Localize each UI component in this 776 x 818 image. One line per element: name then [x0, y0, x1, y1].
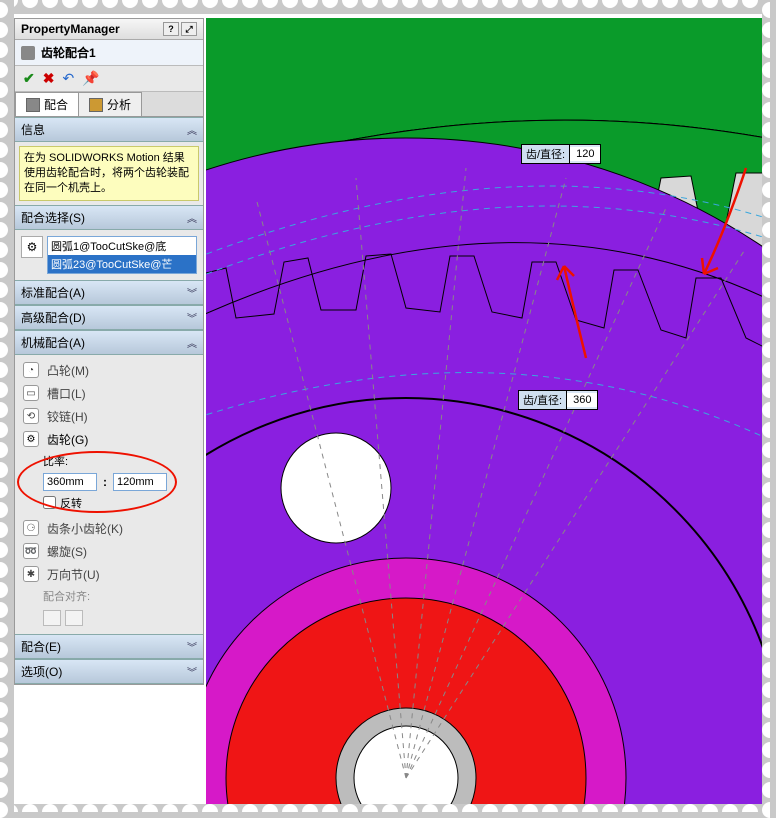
callout-label: 齿/直径:: [519, 391, 567, 409]
universal-joint-icon: ✱: [23, 566, 39, 582]
ratio-input-b[interactable]: [113, 473, 167, 491]
ratio-input-a[interactable]: [43, 473, 97, 491]
section-mate-selection-header[interactable]: 配合选择(S)︽: [15, 205, 203, 230]
callout-top[interactable]: 齿/直径: 120: [521, 144, 601, 164]
feature-name-row: 齿轮配合1: [15, 40, 203, 66]
cancel-button[interactable]: ✖: [43, 70, 55, 87]
mechanical-mate-body: ◔凸轮(M) ▭槽口(L) ⟲铰链(H) ⚙齿轮(G) 比率: : 反转 ⚆齿条…: [15, 355, 203, 634]
selection-item[interactable]: 圆弧1@TooCutSke@底: [48, 237, 196, 255]
screw-icon: ➿: [23, 543, 39, 559]
analysis-tab-icon: [89, 98, 103, 112]
pm-titlebar: PropertyManager ? ⤢: [15, 19, 203, 40]
reverse-checkbox-label[interactable]: 反转: [43, 495, 82, 511]
cam-icon: ◔: [23, 362, 39, 378]
section-mates-header[interactable]: 配合(E)︾: [15, 634, 203, 659]
feature-name: 齿轮配合1: [41, 44, 96, 61]
mech-slot[interactable]: ▭槽口(L): [15, 382, 203, 405]
pm-title: PropertyManager: [21, 22, 120, 36]
gear-icon: ⚙: [23, 431, 39, 447]
mate-tab-icon: [26, 98, 40, 112]
mech-rackpinion[interactable]: ⚆齿条小齿轮(K): [15, 517, 203, 540]
tab-mate[interactable]: 配合: [15, 92, 79, 116]
mate-selection-list[interactable]: 圆弧1@TooCutSke@底 圆弧23@TooCutSke@芒: [47, 236, 197, 274]
info-text: 在为 SOLIDWORKS Motion 结果使用齿轮配合时，将两个齿轮装配在同…: [19, 146, 199, 201]
reverse-checkbox[interactable]: [43, 496, 56, 509]
pm-action-bar: ✔ ✖ ↶ 📌: [15, 66, 203, 92]
gear-mate-icon: [21, 46, 35, 60]
bottom-gear-hole: [281, 433, 391, 543]
ok-button[interactable]: ✔: [23, 70, 35, 87]
mate-selection-box: ⚙ 圆弧1@TooCutSke@底 圆弧23@TooCutSke@芒: [19, 234, 199, 276]
callout-bottom[interactable]: 齿/直径: 360: [518, 390, 598, 410]
section-mechanical-header[interactable]: 机械配合(A)︽: [15, 330, 203, 355]
slot-icon: ▭: [23, 385, 39, 401]
mech-gear[interactable]: ⚙齿轮(G): [15, 428, 203, 451]
section-standard-header[interactable]: 标准配合(A)︾: [15, 280, 203, 305]
ratio-colon: :: [103, 475, 107, 489]
pushpin-button[interactable]: 📌: [82, 70, 99, 87]
align-same-button[interactable]: [43, 610, 61, 626]
mate-alignment-buttons: [15, 610, 203, 626]
align-anti-button[interactable]: [65, 610, 83, 626]
callout-value[interactable]: 360: [567, 393, 597, 407]
section-info-header[interactable]: 信息︽: [15, 117, 203, 142]
mech-cam[interactable]: ◔凸轮(M): [15, 359, 203, 382]
callout-label: 齿/直径:: [522, 145, 570, 163]
section-advanced-header[interactable]: 高级配合(D)︾: [15, 305, 203, 330]
tab-analysis[interactable]: 分析: [78, 92, 142, 116]
gear-ratio-group: 比率: : 反转: [43, 453, 197, 511]
ratio-label: 比率:: [43, 453, 197, 469]
callout-value[interactable]: 120: [570, 147, 600, 161]
mech-screw[interactable]: ➿螺旋(S): [15, 540, 203, 563]
selection-filter-icon[interactable]: ⚙: [21, 236, 43, 258]
property-manager-panel: PropertyManager ? ⤢ 齿轮配合1 ✔ ✖ ↶ 📌 配合 分析 …: [14, 18, 204, 685]
mech-universal[interactable]: ✱万向节(U): [15, 563, 203, 586]
undo-button[interactable]: ↶: [62, 70, 74, 87]
rack-pinion-icon: ⚆: [23, 520, 39, 536]
pm-pin-icon[interactable]: ⤢: [181, 22, 197, 36]
section-options-header[interactable]: 选项(O)︾: [15, 659, 203, 684]
hinge-icon: ⟲: [23, 408, 39, 424]
graphics-viewport[interactable]: 齿/直径: 120 齿/直径: 360: [206, 18, 762, 804]
selection-item[interactable]: 圆弧23@TooCutSke@芒: [48, 255, 196, 273]
pm-help-icon[interactable]: ?: [163, 22, 179, 36]
gear-scene: [206, 18, 762, 804]
mech-hinge[interactable]: ⟲铰链(H): [15, 405, 203, 428]
mate-alignment-label: 配合对齐:: [15, 586, 203, 610]
pm-tabs: 配合 分析: [15, 92, 203, 117]
